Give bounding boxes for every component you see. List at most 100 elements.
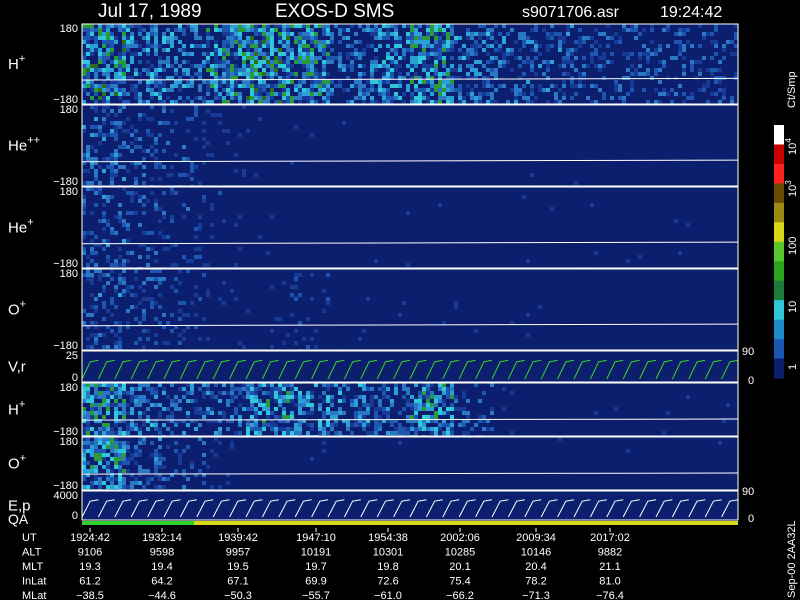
pitch-cell	[466, 28, 470, 32]
pitch-cell	[354, 395, 358, 399]
pitch-cell	[410, 24, 414, 28]
pitch-cell	[154, 277, 158, 281]
pitch-cell	[274, 399, 278, 403]
pitch-cell	[186, 24, 190, 28]
pitch-cell	[422, 415, 426, 419]
pitch-cell	[622, 100, 626, 104]
pitch-cell	[570, 84, 574, 88]
pitch-cell	[338, 40, 342, 44]
pitch-cell	[250, 56, 254, 60]
pitch-cell	[322, 449, 326, 453]
pitch-cell	[494, 56, 498, 60]
pitch-cell	[162, 277, 166, 281]
pitch-cell	[254, 92, 258, 96]
pitch-cell	[698, 44, 702, 48]
pitch-cell	[690, 60, 694, 64]
pitch-cell	[82, 251, 86, 255]
pitch-cell	[378, 64, 382, 68]
pitch-cell	[98, 461, 102, 465]
pitch-cell	[454, 36, 458, 40]
pitch-cell	[578, 84, 582, 88]
pitch-cell	[446, 36, 450, 40]
pitch-cell	[174, 263, 178, 267]
pitch-cell	[222, 100, 226, 104]
pitch-cell	[310, 60, 314, 64]
pitch-cell	[206, 44, 210, 48]
pitch-cell	[170, 403, 174, 407]
pitch-cell	[470, 44, 474, 48]
pitch-cell	[150, 117, 154, 121]
pitch-cell	[210, 485, 214, 489]
pitch-cell	[342, 36, 346, 40]
pitch-cell	[522, 96, 526, 100]
pitch-cell	[310, 100, 314, 104]
pitch-cell	[402, 301, 406, 305]
pitch-cell	[662, 60, 666, 64]
pitch-cell	[110, 469, 114, 473]
pitch-cell	[226, 80, 230, 84]
pitch-cell	[718, 68, 722, 72]
pitch-cell	[114, 289, 118, 293]
pitch-cell	[222, 96, 226, 100]
pitch-cell	[190, 391, 194, 395]
table-cell: −76.4	[596, 590, 624, 600]
pitch-cell	[522, 40, 526, 44]
pitch-cell	[362, 100, 366, 104]
pitch-cell	[330, 40, 334, 44]
pitch-cell	[134, 481, 138, 485]
pitch-cell	[102, 317, 106, 321]
pitch-cell	[326, 100, 330, 104]
pitch-cell	[374, 36, 378, 40]
pitch-cell	[130, 423, 134, 427]
pitch-cell	[434, 68, 438, 72]
pitch-cell	[374, 48, 378, 52]
pitch-cell	[154, 395, 158, 399]
pitch-cell	[134, 68, 138, 72]
pitch-cell	[674, 76, 678, 80]
pitch-cell	[250, 423, 254, 427]
pitch-cell	[98, 219, 102, 223]
pitch-cell	[130, 141, 134, 145]
pitch-cell	[550, 24, 554, 28]
pitch-cell	[298, 391, 302, 395]
pitch-cell	[414, 84, 418, 88]
pitch-cell	[358, 96, 362, 100]
pitch-cell	[246, 309, 250, 313]
table-cell: 20.4	[525, 561, 546, 573]
pitch-cell	[230, 399, 234, 403]
pitch-cell	[134, 317, 138, 321]
pitch-cell	[438, 203, 442, 207]
pitch-cell	[638, 72, 642, 76]
pitch-cell	[358, 84, 362, 88]
pitch-cell	[602, 56, 606, 60]
pitch-cell	[102, 289, 106, 293]
pitch-cell	[102, 399, 106, 403]
pitch-cell	[102, 301, 106, 305]
pitch-cell	[186, 52, 190, 56]
pitch-cell	[114, 285, 118, 289]
pitch-cell	[218, 191, 222, 195]
pitch-cell	[162, 457, 166, 461]
pitch-cell	[430, 92, 434, 96]
pitch-cell	[686, 40, 690, 44]
pitch-cell	[418, 88, 422, 92]
pitch-cell	[234, 223, 238, 227]
pitch-cell	[178, 48, 182, 52]
pitch-cell	[94, 481, 98, 485]
pitch-cell	[566, 60, 570, 64]
pitch-cell	[202, 415, 206, 419]
pitch-cell	[114, 157, 118, 161]
pitch-cell	[218, 28, 222, 32]
pitch-cell	[670, 56, 674, 60]
pitch-cell	[474, 96, 478, 100]
pitch-cell	[402, 92, 406, 96]
pitch-cell	[98, 293, 102, 297]
pitch-cell	[378, 407, 382, 411]
pitch-cell	[158, 231, 162, 235]
pitch-cell	[306, 92, 310, 96]
pitch-cell	[86, 72, 90, 76]
pitch-cell	[326, 411, 330, 415]
pitch-cell	[530, 68, 534, 72]
pitch-cell	[326, 383, 330, 387]
pitch-cell	[106, 195, 110, 199]
